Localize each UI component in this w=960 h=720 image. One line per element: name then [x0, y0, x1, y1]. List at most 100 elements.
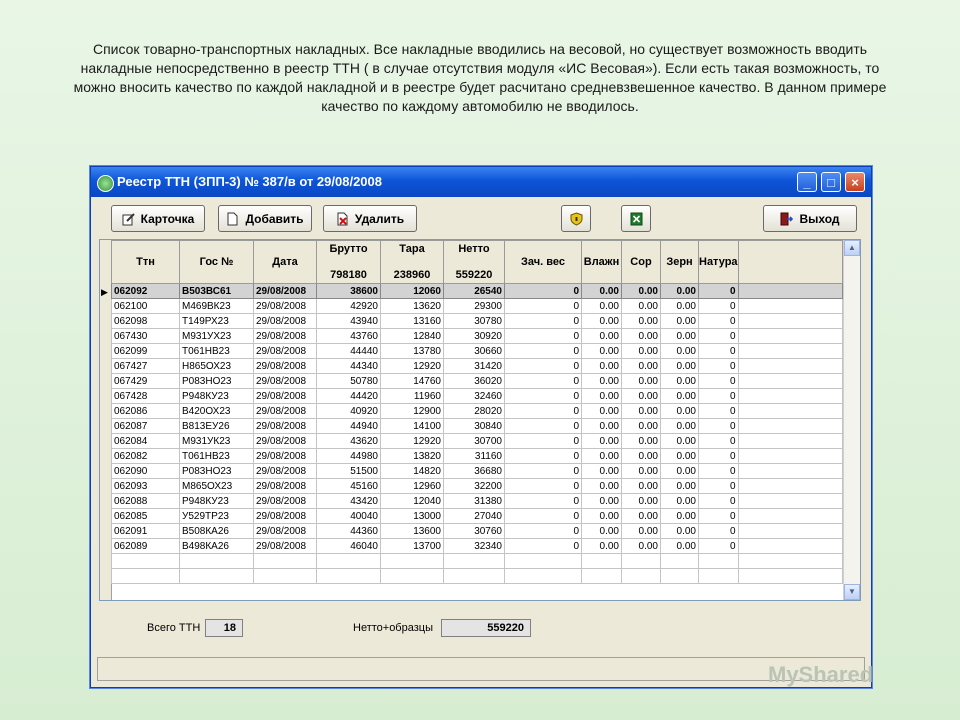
- cell-brutto[interactable]: 51500: [316, 463, 381, 479]
- cell-brutto[interactable]: 40920: [316, 403, 381, 419]
- col-header-tara[interactable]: Тара 238960: [380, 240, 444, 284]
- cell-natura[interactable]: 0: [698, 523, 739, 539]
- scroll-up-icon[interactable]: ▲: [844, 240, 860, 256]
- cell-natura[interactable]: 0: [698, 493, 739, 509]
- cell-date[interactable]: 29/08/2008: [253, 478, 317, 494]
- table-row[interactable]: 062082 Т061НВ23 29/08/2008 44980 13820 31160 0…: [111, 448, 843, 464]
- cell-vlazh[interactable]: 0.00: [581, 463, 622, 479]
- cell-natura[interactable]: 0: [698, 418, 739, 434]
- table-row[interactable]: 062089 В498КА26 29/08/2008 46040 13700 32340 0…: [111, 538, 843, 554]
- cell-date[interactable]: 29/08/2008: [253, 463, 317, 479]
- minimize-button[interactable]: _: [797, 172, 817, 192]
- cell-sor[interactable]: 0.00: [621, 283, 661, 299]
- cell-zern[interactable]: 0.00: [660, 433, 699, 449]
- cell-date[interactable]: 29/08/2008: [253, 508, 317, 524]
- cell-netto[interactable]: 30780: [443, 313, 505, 329]
- cell-zach[interactable]: 0: [504, 418, 582, 434]
- cell-netto[interactable]: 32200: [443, 478, 505, 494]
- cell-brutto[interactable]: 50780: [316, 373, 381, 389]
- cell-tara[interactable]: 13780: [380, 343, 444, 359]
- cell-sor[interactable]: 0.00: [621, 313, 661, 329]
- cell-tara[interactable]: 12960: [380, 478, 444, 494]
- table-row[interactable]: 062092 В503ВС61 29/08/2008 38600 12060 26540 0…: [111, 283, 843, 299]
- cell-ttn[interactable]: 062090: [111, 463, 180, 479]
- cell-natura[interactable]: 0: [698, 478, 739, 494]
- maximize-button[interactable]: □: [821, 172, 841, 192]
- table-row[interactable]: 062088 Р948КУ23 29/08/2008 43420 12040 31380 0…: [111, 493, 843, 509]
- cell-gos[interactable]: Т061НВ23: [179, 343, 254, 359]
- cell-vlazh[interactable]: 0.00: [581, 418, 622, 434]
- cell-natura[interactable]: 0: [698, 358, 739, 374]
- cell-tara[interactable]: 13820: [380, 448, 444, 464]
- cell-gos[interactable]: В420ОХ23: [179, 403, 254, 419]
- cell-vlazh[interactable]: 0.00: [581, 343, 622, 359]
- cell-vlazh[interactable]: 0.00: [581, 508, 622, 524]
- cell-date[interactable]: 29/08/2008: [253, 298, 317, 314]
- shield-button[interactable]: [561, 205, 591, 232]
- cell-vlazh[interactable]: 0.00: [581, 388, 622, 404]
- table-row[interactable]: 062098 Т149РХ23 29/08/2008 43940 13160 30780 0…: [111, 313, 843, 329]
- cell-brutto[interactable]: 44340: [316, 358, 381, 374]
- col-header-zern[interactable]: Зерн: [660, 240, 699, 284]
- card-button[interactable]: Карточка: [111, 205, 205, 232]
- cell-netto[interactable]: 30660: [443, 343, 505, 359]
- cell-date[interactable]: 29/08/2008: [253, 448, 317, 464]
- cell-vlazh[interactable]: 0.00: [581, 478, 622, 494]
- cell-ttn[interactable]: 067430: [111, 328, 180, 344]
- cell-tara[interactable]: 11960: [380, 388, 444, 404]
- cell-zern[interactable]: 0.00: [660, 508, 699, 524]
- cell-sor[interactable]: 0.00: [621, 538, 661, 554]
- cell-date[interactable]: 29/08/2008: [253, 313, 317, 329]
- cell-netto[interactable]: 31420: [443, 358, 505, 374]
- empty-row[interactable]: [111, 568, 843, 584]
- cell-ttn[interactable]: 062085: [111, 508, 180, 524]
- cell-tara[interactable]: 13600: [380, 523, 444, 539]
- cell-zern[interactable]: 0.00: [660, 478, 699, 494]
- cell-gos[interactable]: Р948КУ23: [179, 388, 254, 404]
- cell-zach[interactable]: 0: [504, 478, 582, 494]
- col-header-date[interactable]: Дата: [253, 240, 317, 284]
- cell-netto[interactable]: 36680: [443, 463, 505, 479]
- cell-ttn[interactable]: 062082: [111, 448, 180, 464]
- cell-natura[interactable]: 0: [698, 283, 739, 299]
- cell-gos[interactable]: М931УК23: [179, 433, 254, 449]
- cell-tara[interactable]: 13000: [380, 508, 444, 524]
- cell-zach[interactable]: 0: [504, 463, 582, 479]
- cell-ttn[interactable]: 062091: [111, 523, 180, 539]
- cell-sor[interactable]: 0.00: [621, 403, 661, 419]
- cell-date[interactable]: 29/08/2008: [253, 328, 317, 344]
- cell-date[interactable]: 29/08/2008: [253, 358, 317, 374]
- col-header-zach[interactable]: Зач. вес: [504, 240, 582, 284]
- cell-brutto[interactable]: 40040: [316, 508, 381, 524]
- cell-tara[interactable]: 12040: [380, 493, 444, 509]
- cell-ttn[interactable]: 067427: [111, 358, 180, 374]
- cell-ttn[interactable]: 067428: [111, 388, 180, 404]
- table-row[interactable]: 062090 Р083НО23 29/08/2008 51500 14820 36680 0…: [111, 463, 843, 479]
- cell-natura[interactable]: 0: [698, 328, 739, 344]
- cell-zach[interactable]: 0: [504, 493, 582, 509]
- cell-vlazh[interactable]: 0.00: [581, 448, 622, 464]
- cell-vlazh[interactable]: 0.00: [581, 403, 622, 419]
- cell-brutto[interactable]: 38600: [316, 283, 381, 299]
- cell-sor[interactable]: 0.00: [621, 418, 661, 434]
- cell-natura[interactable]: 0: [698, 403, 739, 419]
- cell-ttn[interactable]: 062093: [111, 478, 180, 494]
- cell-date[interactable]: 29/08/2008: [253, 433, 317, 449]
- cell-ttn[interactable]: 062092: [111, 283, 180, 299]
- cell-sor[interactable]: 0.00: [621, 358, 661, 374]
- ttn-grid[interactable]: ▶ Ттн Гос № Дата Брутто 798180 Тара 238960…: [99, 239, 861, 601]
- cell-zach[interactable]: 0: [504, 403, 582, 419]
- col-header-ttn[interactable]: Ттн: [111, 240, 180, 284]
- cell-date[interactable]: 29/08/2008: [253, 493, 317, 509]
- cell-gos[interactable]: В813ЕУ26: [179, 418, 254, 434]
- col-header-netto[interactable]: Нетто 559220: [443, 240, 505, 284]
- cell-zern[interactable]: 0.00: [660, 493, 699, 509]
- cell-ttn[interactable]: 062099: [111, 343, 180, 359]
- cell-gos[interactable]: Т149РХ23: [179, 313, 254, 329]
- table-row[interactable]: 062099 Т061НВ23 29/08/2008 44440 13780 30660 0…: [111, 343, 843, 359]
- title-bar[interactable]: Реестр ТТН (ЗПП-3) № 387/в от 29/08/2008…: [91, 167, 871, 197]
- cell-date[interactable]: 29/08/2008: [253, 343, 317, 359]
- cell-zach[interactable]: 0: [504, 448, 582, 464]
- cell-tara[interactable]: 13160: [380, 313, 444, 329]
- cell-natura[interactable]: 0: [698, 508, 739, 524]
